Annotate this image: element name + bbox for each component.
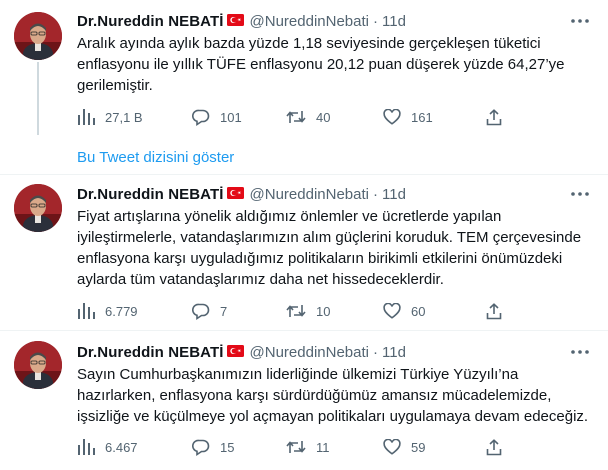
tweet-time[interactable]: 11d	[382, 13, 406, 30]
retweet-count: 10	[316, 303, 331, 319]
turkish-flag-icon	[226, 344, 244, 361]
separator-dot: ·	[373, 12, 378, 30]
retweet-button[interactable]: 11	[286, 437, 330, 457]
avatar[interactable]	[14, 341, 62, 389]
retweet-count: 40	[316, 109, 331, 125]
like-count: 60	[411, 303, 426, 319]
tweet-1[interactable]: Dr.Nureddin NEBATİ @NureddinNebati · 11d…	[0, 0, 608, 135]
retweet-icon	[286, 305, 306, 317]
share-icon	[486, 302, 502, 319]
views-icon	[78, 109, 95, 125]
author-name[interactable]: Dr.Nureddin NEBATİ	[77, 13, 224, 30]
avatar[interactable]	[14, 184, 62, 232]
more-icon[interactable]	[568, 11, 592, 31]
tweet-header: Dr.Nureddin NEBATİ @NureddinNebati · 11d	[77, 342, 406, 362]
like-icon	[383, 303, 401, 319]
show-thread-link[interactable]: Bu Tweet dizisini göster	[77, 149, 234, 166]
tweet-text-line: iyileştirmelerle, vatandaşlarımızın alım…	[77, 229, 582, 246]
tweet-header: Dr.Nureddin NEBATİ @NureddinNebati · 11d	[77, 184, 406, 204]
avatar[interactable]	[14, 12, 62, 60]
tweet-feed: Dr.Nureddin NEBATİ @NureddinNebati · 11d…	[0, 0, 608, 470]
reply-count: 101	[220, 109, 242, 125]
tweet-3[interactable]: Dr.Nureddin NEBATİ @NureddinNebati · 11d…	[0, 331, 608, 470]
tweet-text-line: işsizliğe ve küçülmeye yol açmayan polit…	[77, 408, 589, 425]
tweet-text-line: enflasyona karşı uyguladığımız politikal…	[77, 250, 563, 267]
views-button[interactable]: 6.779	[77, 301, 138, 321]
like-count: 59	[411, 439, 426, 455]
like-button[interactable]: 59	[383, 437, 425, 457]
tweet-actions: 27,1 B 101 40 161	[77, 107, 577, 127]
tweet-actions: 6.467 15 11 59	[77, 437, 577, 457]
author-handle[interactable]: @NureddinNebati	[250, 13, 369, 30]
share-button[interactable]	[486, 301, 512, 321]
views-count: 27,1 B	[105, 109, 143, 125]
tweet-header: Dr.Nureddin NEBATİ @NureddinNebati · 11d	[77, 11, 406, 31]
views-icon	[78, 439, 95, 455]
tweet-time[interactable]: 11d	[382, 344, 406, 361]
retweet-button[interactable]: 10	[286, 301, 330, 321]
separator-dot: ·	[373, 343, 378, 361]
tweet-text-line: Aralık ayında aylık bazda yüzde 1,18 sev…	[77, 35, 541, 52]
reply-button[interactable]: 15	[192, 437, 234, 457]
tweet-text: Aralık ayında aylık bazda yüzde 1,18 sev…	[77, 33, 582, 96]
reply-icon	[192, 439, 210, 456]
like-button[interactable]: 161	[383, 107, 433, 127]
tweet-text-line: aylarda tüm vatandaşlarımız daha net his…	[77, 271, 444, 288]
author-handle[interactable]: @NureddinNebati	[250, 344, 369, 361]
share-button[interactable]	[486, 107, 512, 127]
author-name[interactable]: Dr.Nureddin NEBATİ	[77, 344, 224, 361]
retweet-icon	[286, 111, 306, 123]
retweet-count: 11	[316, 439, 330, 455]
reply-button[interactable]: 101	[192, 107, 242, 127]
views-icon	[78, 303, 95, 319]
tweet-text-line: enflasyonu ile yıllık TÜFE enflasyonu 20…	[77, 56, 565, 73]
like-button[interactable]: 60	[383, 301, 425, 321]
share-icon	[486, 438, 502, 455]
tweet-2[interactable]: Dr.Nureddin NEBATİ @NureddinNebati · 11d…	[0, 175, 608, 330]
reply-button[interactable]: 7	[192, 301, 227, 321]
tweet-time[interactable]: 11d	[382, 186, 406, 203]
like-count: 161	[411, 109, 433, 125]
tweet-text-line: Sayın Cumhurbaşkanımızın liderliğinde ül…	[77, 366, 519, 383]
separator-dot: ·	[373, 185, 378, 203]
views-button[interactable]: 27,1 B	[77, 107, 143, 127]
author-handle[interactable]: @NureddinNebati	[250, 186, 369, 203]
reply-icon	[192, 303, 210, 320]
tweet-text: Fiyat artışlarına yönelik aldığımız önle…	[77, 206, 582, 290]
turkish-flag-icon	[226, 186, 244, 203]
author-name[interactable]: Dr.Nureddin NEBATİ	[77, 186, 224, 203]
turkish-flag-icon	[226, 13, 244, 30]
thread-line	[37, 62, 39, 135]
reply-icon	[192, 109, 210, 126]
tweet-text: Sayın Cumhurbaşkanımızın liderliğinde ül…	[77, 364, 589, 427]
share-button[interactable]	[486, 437, 512, 457]
tweet-text-line: gerilemiştir.	[77, 77, 153, 94]
like-icon	[383, 109, 401, 125]
tweet-text-line: hazırlarken, enflasyona karşı sürdürdüğü…	[77, 387, 552, 404]
tweet-text-line: Fiyat artışlarına yönelik aldığımız önle…	[77, 208, 502, 225]
tweet-actions: 6.779 7 10 60	[77, 301, 577, 321]
more-icon[interactable]	[568, 342, 592, 362]
retweet-button[interactable]: 40	[286, 107, 330, 127]
reply-count: 7	[220, 303, 228, 319]
retweet-icon	[286, 441, 306, 453]
more-icon[interactable]	[568, 184, 592, 204]
like-icon	[383, 439, 401, 455]
views-button[interactable]: 6.467	[77, 437, 138, 457]
views-count: 6.467	[105, 439, 138, 455]
share-icon	[486, 108, 502, 125]
reply-count: 15	[220, 439, 235, 455]
views-count: 6.779	[105, 303, 138, 319]
